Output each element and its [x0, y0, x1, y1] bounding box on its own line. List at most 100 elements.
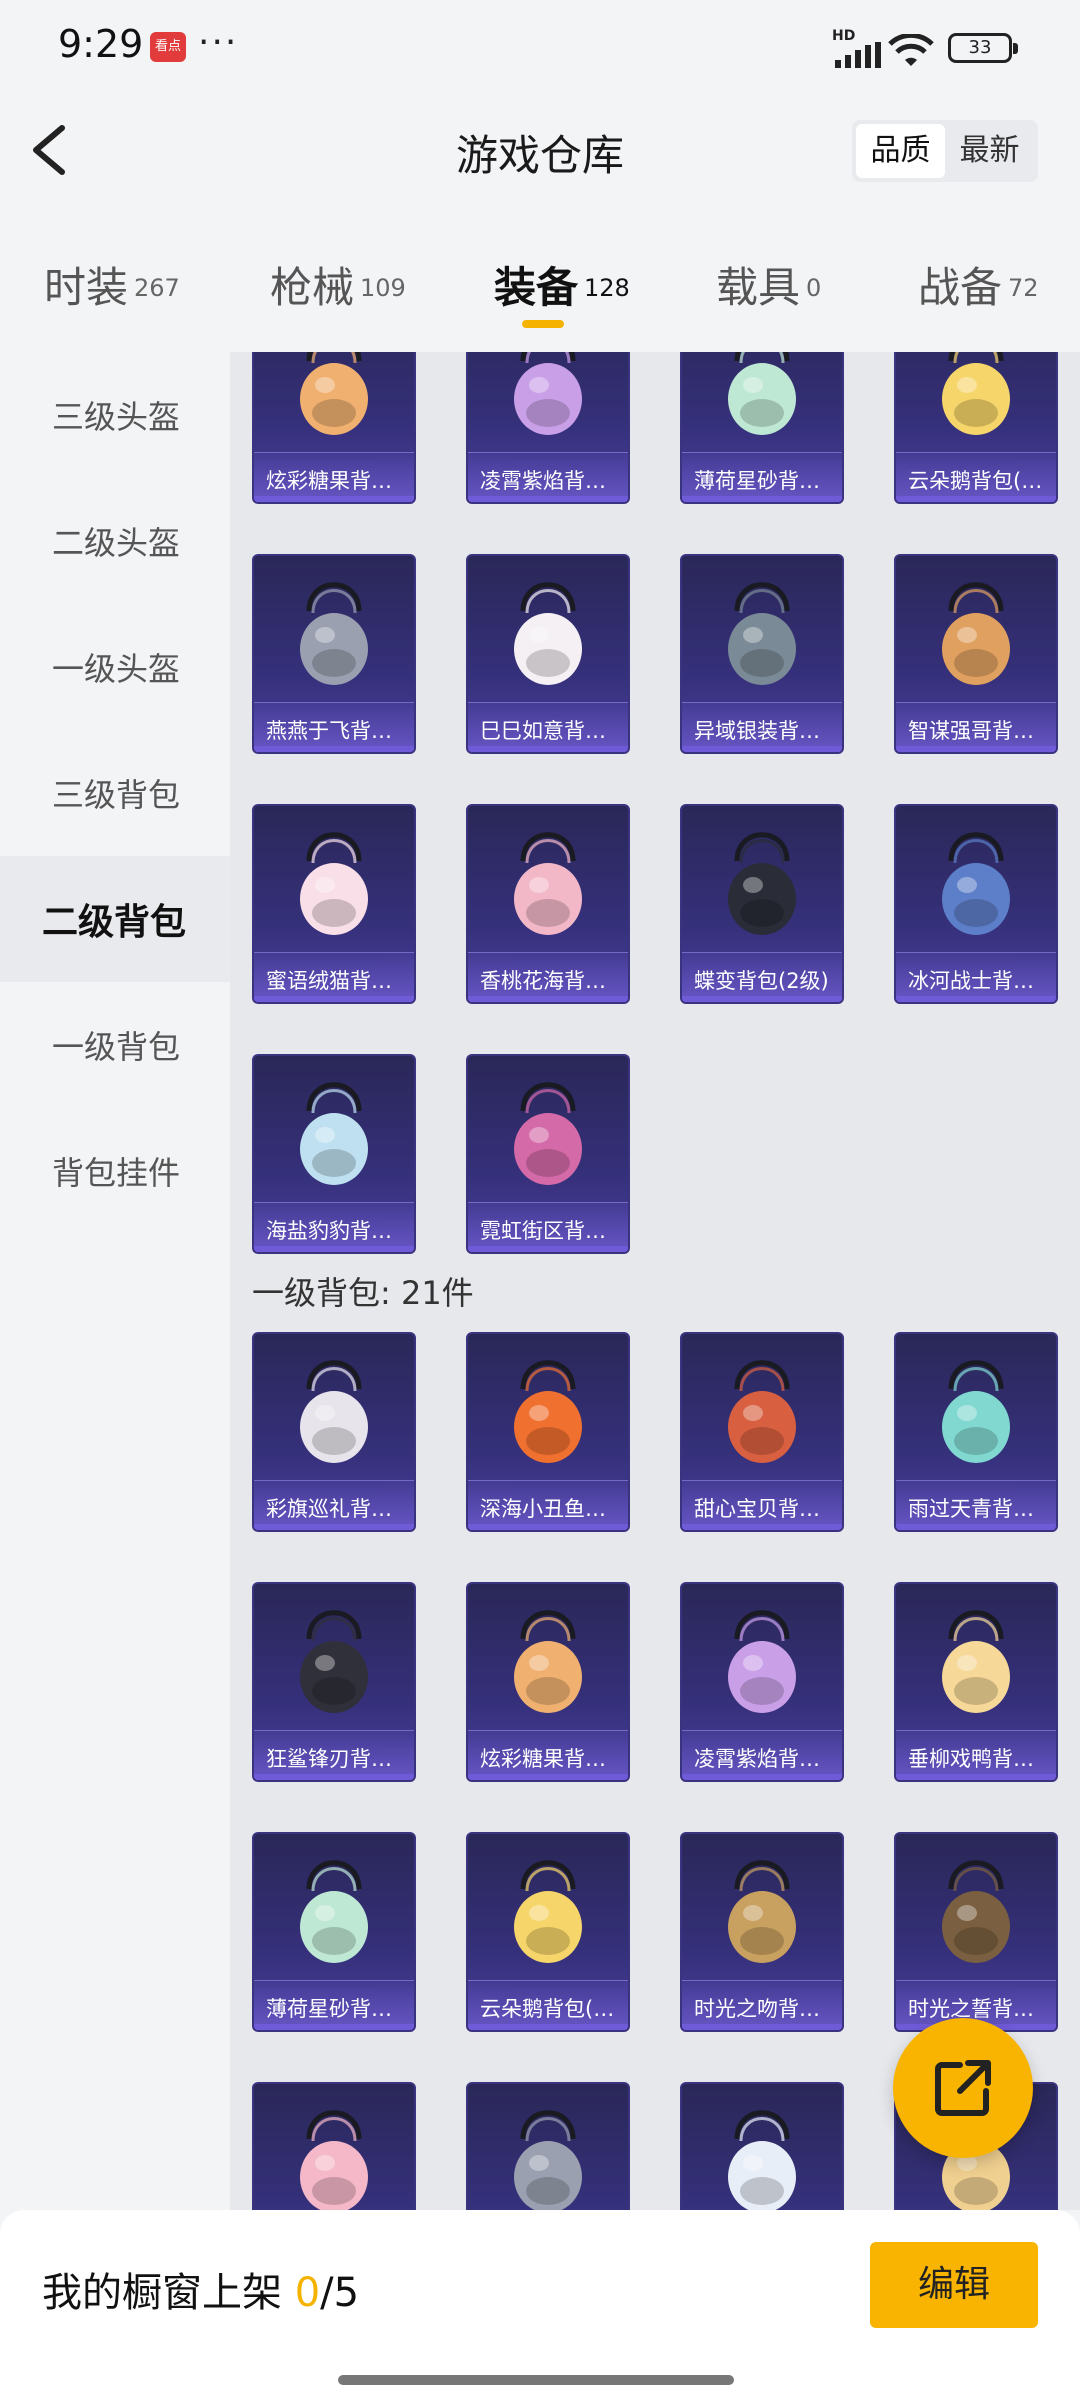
item-card[interactable]: 炫彩糖果背…	[252, 352, 416, 504]
sidebar-item-backpack-lv3[interactable]: 三级背包	[0, 730, 230, 856]
item-name: 云朵鹅背包(…	[468, 1980, 628, 2030]
backpack-icon	[942, 1860, 1010, 1963]
item-name: 薄荷星砂背…	[254, 1980, 414, 2030]
backpack-icon	[728, 1860, 796, 1963]
backpack-icon	[728, 582, 796, 685]
signal-icon	[835, 42, 881, 68]
backpack-icon	[514, 352, 582, 435]
sidebar-item-backpack-charm[interactable]: 背包挂件	[0, 1108, 230, 1234]
home-indicator[interactable]	[338, 2375, 734, 2385]
item-card[interactable]	[466, 2082, 630, 2210]
sidebar-item-helmet-lv3[interactable]: 三级头盔	[0, 352, 230, 478]
category-tabs: 时装 267 枪械 109 装备 128 载具 0 战备 72	[0, 240, 1080, 350]
backpack-icon	[942, 1610, 1010, 1713]
item-name: 霓虹街区背…	[468, 1202, 628, 1252]
subcategory-sidebar: 三级头盔 二级头盔 一级头盔 三级背包 二级背包 一级背包 背包挂件	[0, 352, 230, 2210]
item-card[interactable]: 燕燕于飞背…	[252, 554, 416, 754]
sidebar-item-backpack-lv1[interactable]: 一级背包	[0, 982, 230, 1108]
item-card[interactable]: 霓虹街区背…	[466, 1054, 630, 1254]
item-card[interactable]: 凌霄紫焰背…	[466, 352, 630, 504]
tab-firearms[interactable]: 枪械 109	[270, 254, 406, 334]
item-card[interactable]: 智谋强哥背…	[894, 554, 1058, 754]
backpack-icon	[300, 1610, 368, 1713]
item-card[interactable]: 海盐豹豹背…	[252, 1054, 416, 1254]
item-card[interactable]: 冰河战士背…	[894, 804, 1058, 1004]
item-card[interactable]: 香桃花海背…	[466, 804, 630, 1004]
item-card[interactable]: 云朵鹅背包(…	[894, 352, 1058, 504]
item-name: 蜜语绒猫背…	[254, 952, 414, 1002]
item-card[interactable]: 时光之吻背…	[680, 1832, 844, 2032]
tab-label: 装备	[494, 263, 579, 312]
tab-equipment[interactable]: 装备 128	[494, 254, 630, 334]
item-card[interactable]	[680, 2082, 844, 2210]
item-art	[682, 806, 842, 956]
backpack-icon	[942, 832, 1010, 935]
item-grid-area[interactable]: 炫彩糖果背… 凌霄紫焰背… 薄荷星砂背… 云朵鹅背包(… 燕燕于飞背… 巳巳如意背… 异域银…	[230, 352, 1080, 2210]
tab-label: 战备	[918, 263, 1003, 312]
item-card[interactable]: 狂鲨锋刃背…	[252, 1582, 416, 1782]
backpack-icon	[300, 1082, 368, 1185]
tab-supplies[interactable]: 战备 72	[918, 254, 1039, 334]
item-card[interactable]: 异域银装背…	[680, 554, 844, 754]
item-card[interactable]: 垂柳戏鸭背…	[894, 1582, 1058, 1782]
item-art	[254, 1584, 414, 1734]
item-card[interactable]: 蜜语绒猫背…	[252, 804, 416, 1004]
sidebar-item-helmet-lv2[interactable]: 二级头盔	[0, 478, 230, 604]
share-button[interactable]	[893, 2018, 1033, 2158]
sort-toggle: 品质 最新	[852, 120, 1038, 182]
item-card[interactable]: 炫彩糖果背…	[466, 1582, 630, 1782]
edit-button[interactable]: 编辑	[870, 2242, 1038, 2328]
tab-count: 0	[806, 273, 822, 302]
backpack-icon	[300, 1360, 368, 1463]
item-card[interactable]: 时光之誓背…	[894, 1832, 1058, 2032]
item-name: 香桃花海背…	[468, 952, 628, 1002]
item-card[interactable]: 深海小丑鱼…	[466, 1332, 630, 1532]
sidebar-item-helmet-lv1[interactable]: 一级头盔	[0, 604, 230, 730]
item-card[interactable]: 凌霄紫焰背…	[680, 1582, 844, 1782]
page-header: 游戏仓库 品质 最新	[0, 100, 1080, 200]
item-name: 雨过天青背…	[896, 1480, 1056, 1530]
active-tab-indicator	[522, 320, 564, 328]
showcase-status: 我的橱窗上架 0/5	[42, 2260, 359, 2318]
item-art	[682, 1334, 842, 1484]
tab-vehicles[interactable]: 载具 0	[716, 254, 821, 334]
backpack-icon	[514, 1082, 582, 1185]
wifi-icon	[888, 34, 934, 66]
item-card[interactable]: 蝶变背包(2级)	[680, 804, 844, 1004]
item-card[interactable]: 薄荷星砂背…	[252, 1832, 416, 2032]
item-name: 云朵鹅背包(…	[896, 452, 1056, 502]
backpack-icon	[514, 1610, 582, 1713]
item-name: 冰河战士背…	[896, 952, 1056, 1002]
item-card[interactable]: 雨过天青背…	[894, 1332, 1058, 1532]
backpack-icon	[514, 1860, 582, 1963]
item-card[interactable]: 彩旗巡礼背…	[252, 1332, 416, 1532]
backpack-icon	[514, 582, 582, 685]
sidebar-item-backpack-lv2[interactable]: 二级背包	[0, 856, 230, 982]
item-name: 彩旗巡礼背…	[254, 1480, 414, 1530]
item-card[interactable]: 云朵鹅背包(…	[466, 1832, 630, 2032]
item-art	[682, 556, 842, 706]
item-art	[254, 1834, 414, 1984]
item-card[interactable]	[252, 2082, 416, 2210]
item-art	[896, 1584, 1056, 1734]
showcase-bar: 我的橱窗上架 0/5 编辑	[0, 2210, 1080, 2400]
backpack-icon	[728, 1610, 796, 1713]
item-name: 深海小丑鱼…	[468, 1480, 628, 1530]
item-name: 狂鲨锋刃背…	[254, 1730, 414, 1780]
tab-fashion[interactable]: 时装 267	[44, 254, 180, 334]
item-art	[254, 806, 414, 956]
item-art	[468, 1056, 628, 1206]
item-art	[254, 1334, 414, 1484]
backpack-icon	[300, 832, 368, 935]
backpack-icon	[728, 832, 796, 935]
item-art	[468, 1834, 628, 1984]
item-name: 炫彩糖果背…	[468, 1730, 628, 1780]
item-card[interactable]: 巳巳如意背…	[466, 554, 630, 754]
item-card[interactable]: 薄荷星砂背…	[680, 352, 844, 504]
showcase-label: 我的橱窗上架	[42, 2270, 282, 2316]
tab-label: 载具	[716, 263, 801, 312]
sort-option-quality[interactable]: 品质	[856, 124, 945, 178]
sort-option-latest[interactable]: 最新	[945, 124, 1034, 178]
backpack-icon	[514, 1360, 582, 1463]
item-card[interactable]: 甜心宝贝背…	[680, 1332, 844, 1532]
